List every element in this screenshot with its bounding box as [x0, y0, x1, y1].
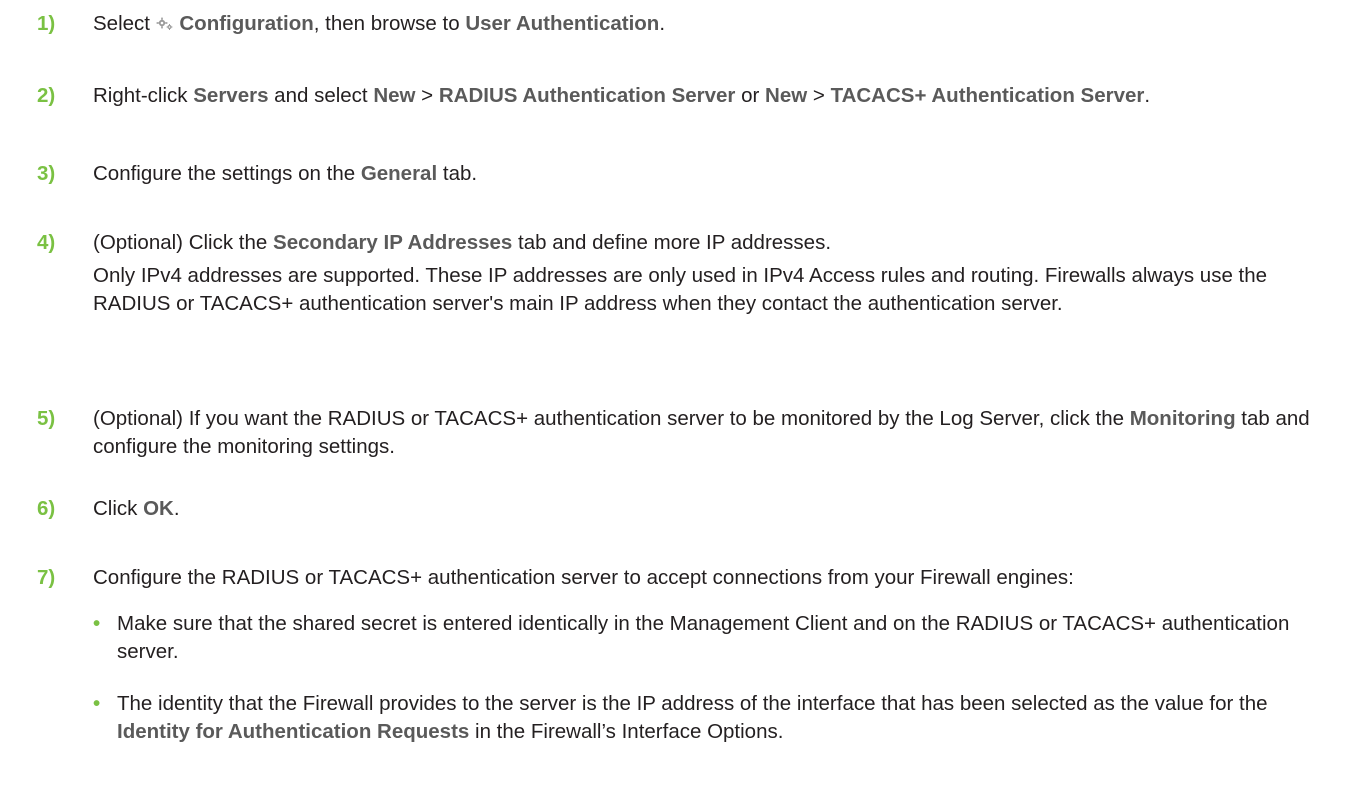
term-general: General [360, 162, 438, 185]
bullet-text: The identity that the Firewall provides … [117, 692, 1268, 743]
step-text: Select Configuration, then browse to Use… [93, 11, 666, 35]
bullet-dot: • [93, 692, 101, 715]
term-identity-for-authentication-requests: Identity for Authentication Requests [117, 720, 470, 743]
step-text: (Optional) Click the Secondary IP Addres… [93, 231, 832, 254]
step-text: Right-click Servers and select New > RAD… [93, 84, 1151, 107]
term-secondary-ip-addresses: Secondary IP Addresses [273, 231, 513, 254]
term-new: New [765, 84, 808, 107]
step-number: 3) [37, 162, 56, 185]
term-tacacs-server: TACACS+ Authentication Server [830, 84, 1145, 107]
step-number: 2) [37, 84, 56, 107]
term-monitoring: Monitoring [1129, 407, 1236, 430]
step-text: Configure the settings on the General ta… [93, 162, 478, 185]
step-note: Only IPv4 addresses are supported. These… [93, 264, 1268, 315]
step-text: (Optional) If you want the RADIUS or TAC… [93, 407, 1310, 458]
step-number: 4) [37, 231, 56, 254]
bullet-dot: • [93, 612, 101, 635]
term-new: New [373, 84, 416, 107]
term-ok: OK [143, 497, 174, 520]
step-number: 7) [37, 566, 56, 589]
menu-configuration: Configuration [179, 12, 314, 35]
menu-user-authentication: User Authentication [465, 12, 660, 35]
term-radius-server: RADIUS Authentication Server [438, 84, 736, 107]
step-number: 5) [37, 407, 56, 430]
gear-icon [156, 11, 174, 30]
step-text: Click OK. [93, 497, 180, 520]
term-servers: Servers [193, 84, 269, 107]
step-number: 1) [37, 12, 56, 35]
step-number: 6) [37, 497, 56, 520]
step-text: Configure the RADIUS or TACACS+ authenti… [93, 566, 1074, 589]
bullet-text: Make sure that the shared secret is ente… [117, 612, 1290, 663]
